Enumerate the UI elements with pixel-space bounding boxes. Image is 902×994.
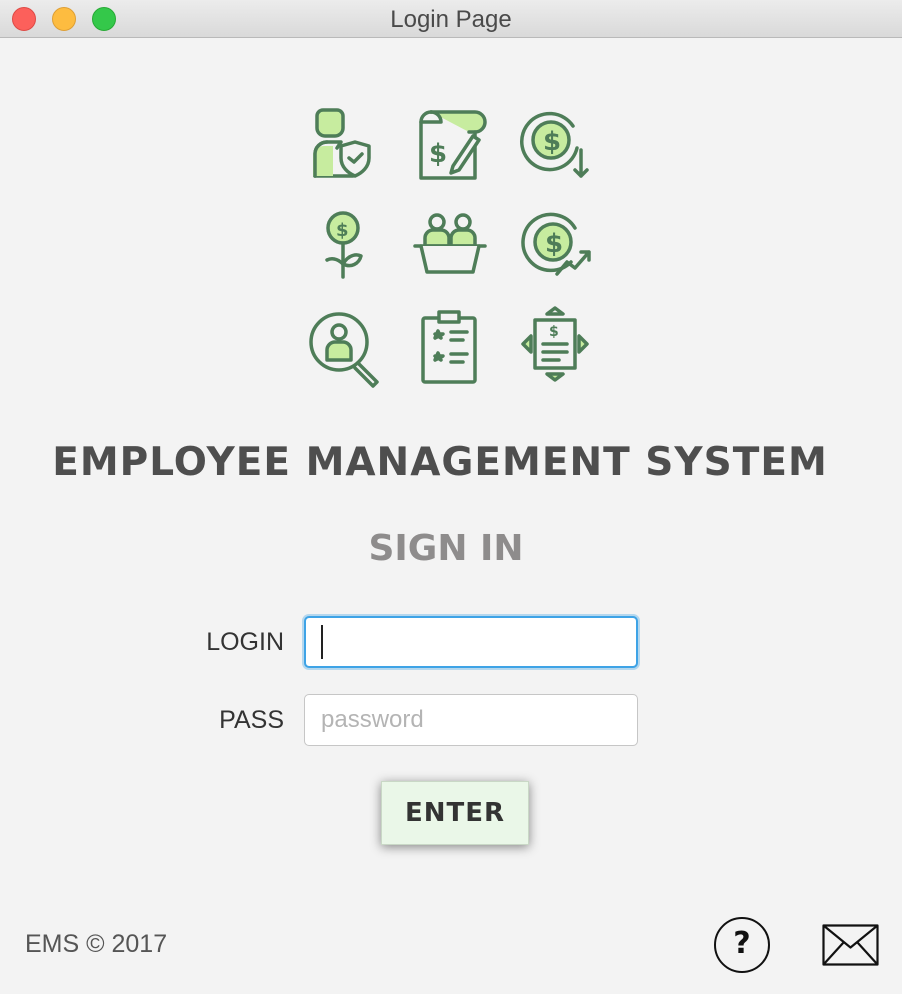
text-caret [321,625,323,659]
app-title: EMPLOYEE MANAGEMENT SYSTEM [52,440,828,485]
employee-search-icon [301,306,385,390]
performance-checklist-icon [407,306,491,390]
svg-text:$: $ [336,220,349,241]
login-input[interactable] [304,616,638,668]
money-plant-icon: $ [301,202,385,286]
money-growth-icon: $ [513,202,597,286]
svg-text:$: $ [429,139,447,169]
svg-text:$: $ [543,127,561,157]
window-title: Login Page [390,6,512,33]
svg-text:$: $ [545,229,563,259]
salary-contract-icon: $ [407,102,491,186]
title-bar: Login Page [0,0,902,38]
enter-button[interactable]: ENTER [381,781,529,845]
mail-icon [822,924,879,966]
employee-insurance-icon [301,102,385,186]
sign-in-heading: SIGN IN [368,528,524,569]
login-label: LOGIN [206,628,284,656]
login-window: Login Page $ $ $ $ $ EMPLOYEE MANAGEMENT… [0,0,902,994]
svg-text:$: $ [549,324,559,340]
team-basket-icon [407,202,491,286]
payslip-transfer-icon: $ [513,306,597,390]
feature-icon-grid: $ $ $ $ $ [301,102,601,392]
copyright-text: EMS © 2017 [25,930,168,958]
password-input[interactable] [304,694,638,746]
help-button[interactable]: ? [714,917,770,973]
money-decrease-icon: $ [513,102,597,186]
mail-button[interactable] [822,924,879,966]
pass-label: PASS [219,706,284,734]
help-icon: ? [733,926,751,961]
